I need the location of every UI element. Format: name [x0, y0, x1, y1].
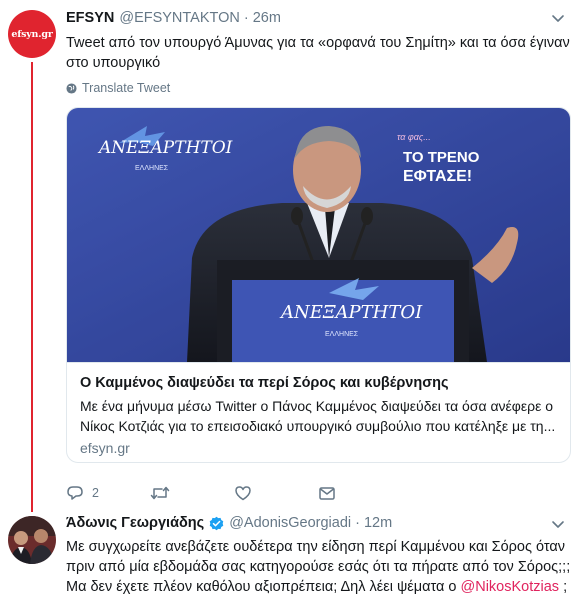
svg-text:ΤΟ ΤΡΕΝΟ: ΤΟ ΤΡΕΝΟ — [403, 149, 480, 166]
author-name[interactable]: Άδωνις Γεωργιάδης — [66, 515, 204, 531]
separator-dot: · — [355, 515, 360, 531]
svg-text:ΕΦΤΑΣΕ!: ΕΦΤΑΣΕ! — [403, 168, 472, 185]
reply-icon — [67, 486, 83, 500]
chevron-down-icon[interactable] — [550, 10, 566, 26]
tweet-adonis[interactable]: Άδωνις Γεωργιάδης @AdonisGeorgiadi · 12m… — [0, 512, 580, 598]
svg-text:ΑΝΕΞΑΡΤΗΤΟΙ: ΑΝΕΞΑΡΤΗΤΟΙ — [279, 302, 423, 323]
chevron-down-icon[interactable] — [550, 516, 566, 532]
globe-icon — [66, 82, 77, 94]
tweet-text-end: ; — [559, 579, 568, 595]
podium: ΑΝΕΞΑΡΤΗΤΟΙ ΕΛΛΗΝΕΣ — [217, 260, 469, 362]
verified-badge-icon — [209, 516, 224, 530]
like-button[interactable] — [234, 484, 318, 502]
svg-text:ΕΛΛΗΝΕΣ: ΕΛΛΗΝΕΣ — [325, 331, 359, 338]
heart-icon — [235, 486, 251, 501]
tweet-header: Άδωνις Γεωργιάδης @AdonisGeorgiadi · 12m — [66, 513, 392, 533]
translate-label: Translate Tweet — [82, 81, 171, 95]
svg-text:ΑΝΕΞΑΡΤΗΤΟΙ: ΑΝΕΞΑΡΤΗΤΟΙ — [97, 138, 233, 158]
retweet-button[interactable] — [150, 484, 234, 502]
card-title[interactable]: Ο Καμμένος διαψεύδει τα περί Σόρος και κ… — [80, 375, 449, 391]
envelope-icon — [319, 487, 335, 500]
tweet-efsyn[interactable]: efsyn.gr EFSYN @EFSYNTAKTON · 26m Tweet … — [0, 0, 580, 512]
tweet-timestamp[interactable]: 12m — [364, 515, 392, 531]
thread-connector-line — [31, 62, 33, 512]
link-card[interactable]: ΑΝΕΞΑΡΤΗΤΟΙ ΕΛΛΗΝΕΣ τα φας... ΤΟ ΤΡΕΝΟ Ε… — [66, 107, 571, 463]
adonis-avatar[interactable] — [8, 516, 56, 564]
mention-link[interactable]: @NikosKotzias — [461, 579, 560, 595]
author-name[interactable]: EFSYN — [66, 10, 114, 26]
tweet-header: EFSYN @EFSYNTAKTON · 26m — [66, 8, 281, 28]
card-body[interactable]: Ο Καμμένος διαψεύδει τα περί Σόρος και κ… — [67, 362, 570, 462]
card-description: Με ένα μήνυμα μέσω Twitter ο Πάνος Καμμέ… — [80, 398, 556, 434]
direct-message-button[interactable] — [318, 484, 402, 502]
tweet-text: Tweet από τον υπουργό Άμυνας για τα «ορφ… — [66, 35, 570, 71]
card-image: ΑΝΕΞΑΡΤΗΤΟΙ ΕΛΛΗΝΕΣ τα φας... ΤΟ ΤΡΕΝΟ Ε… — [67, 108, 570, 362]
tweet-actions: 2 — [66, 482, 402, 504]
reply-count: 2 — [92, 486, 99, 500]
avatar-logo-text: efsyn.gr — [11, 28, 53, 40]
tweet-text: Με συγχωρείτε ανεβάζετε ουδέτερα την είδ… — [66, 537, 578, 597]
translate-tweet-link[interactable]: Translate Tweet — [66, 79, 170, 97]
retweet-icon — [150, 486, 170, 500]
tweet-timestamp[interactable]: 26m — [253, 10, 281, 26]
separator-dot: · — [243, 10, 249, 26]
efsyn-avatar[interactable]: efsyn.gr — [8, 10, 56, 58]
svg-text:τα φας...: τα φας... — [397, 132, 431, 142]
author-handle[interactable]: @EFSYNTAKTON — [119, 10, 240, 26]
author-handle[interactable]: @AdonisGeorgiadi — [229, 515, 351, 531]
reply-button[interactable]: 2 — [66, 484, 150, 502]
card-domain: efsyn.gr — [80, 440, 130, 456]
svg-text:ΕΛΛΗΝΕΣ: ΕΛΛΗΝΕΣ — [135, 165, 169, 172]
